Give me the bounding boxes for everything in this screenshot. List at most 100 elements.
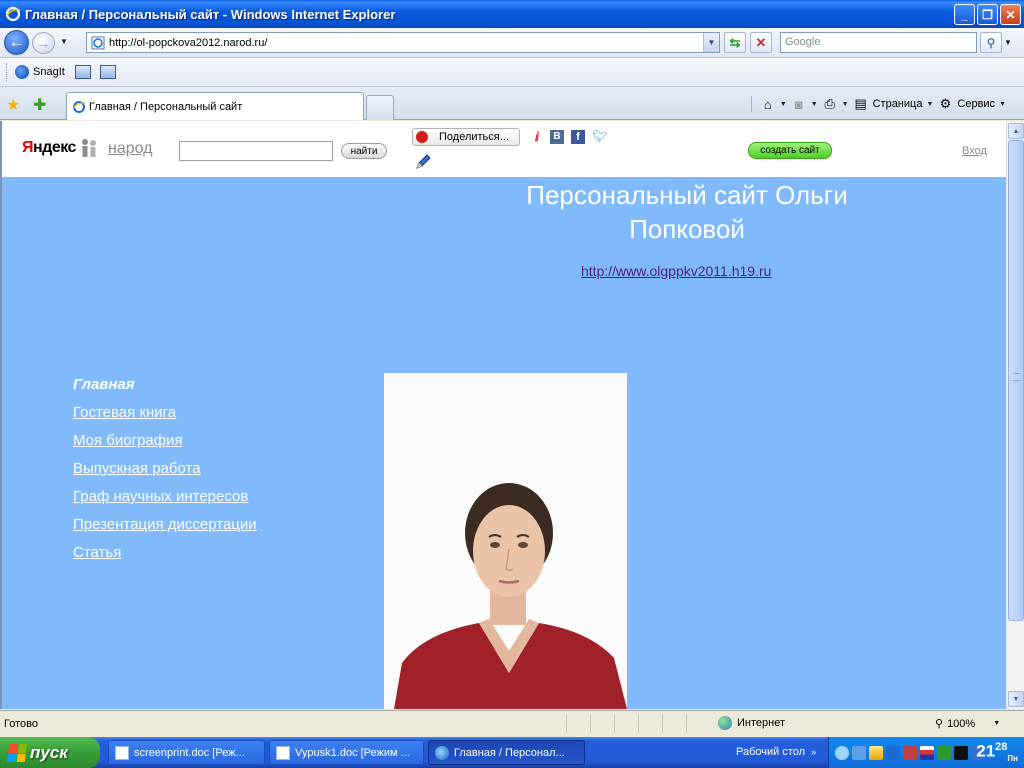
forward-button[interactable]: → — [32, 32, 55, 54]
print-icon[interactable]: ⎙ — [822, 96, 838, 112]
snagit-button[interactable]: SnagIt — [33, 66, 65, 78]
print-dropdown-icon[interactable]: ▼ — [842, 101, 849, 108]
feeds-dropdown-icon[interactable]: ▼ — [811, 101, 818, 108]
menu-item-dissertation-presentation[interactable]: Презентация диссертации — [73, 511, 257, 539]
tools-menu-button[interactable]: Сервис — [957, 98, 995, 110]
facebook-share-icon[interactable]: f — [571, 130, 585, 144]
snagit-capture-icon[interactable] — [74, 65, 91, 79]
menu-item-biography[interactable]: Моя биография — [73, 427, 257, 455]
language-flag-icon[interactable] — [920, 745, 934, 760]
snagit-editor-icon[interactable] — [99, 65, 116, 79]
address-dropdown-icon[interactable]: ▼ — [703, 33, 719, 52]
divider — [750, 96, 752, 112]
snagit-icon[interactable] — [15, 65, 29, 79]
status-panels — [566, 714, 710, 733]
vkontakte-share-icon[interactable]: B — [550, 130, 564, 144]
home-dropdown-icon[interactable]: ▼ — [780, 101, 787, 108]
stop-button[interactable]: ✕ — [750, 32, 772, 53]
maximize-button[interactable]: ❐ — [977, 4, 998, 25]
favorites-star-icon[interactable]: ★ — [6, 95, 20, 115]
desktop-toolbar[interactable]: Рабочий стол » — [736, 746, 816, 758]
new-tab-button[interactable] — [366, 95, 394, 120]
feeds-icon[interactable]: ◙ — [791, 97, 807, 112]
menu-item-research-interests[interactable]: Граф научных интересов — [73, 483, 257, 511]
taskbar-item-browser[interactable]: Главная / Персонал... — [428, 740, 585, 765]
close-button[interactable]: ✕ — [1000, 4, 1021, 25]
command-bar: ⌂ ▼ ◙ ▼ ⎙ ▼ ▤ Страница ▼ ⚙ Сервис ▼ — [747, 96, 1006, 112]
menu-item-guestbook[interactable]: Гостевая книга — [73, 399, 257, 427]
forward-arrow-icon: → — [36, 35, 51, 51]
toolbar-grip[interactable] — [6, 63, 9, 81]
narod-find-button[interactable]: найти — [341, 143, 387, 159]
home-icon[interactable]: ⌂ — [760, 97, 776, 112]
menu-item-graduation-work[interactable]: Выпускная работа — [73, 455, 257, 483]
back-arrow-icon: ← — [8, 33, 25, 51]
menu-item-home[interactable]: Главная — [73, 371, 257, 399]
search-button[interactable]: ⚲ — [980, 32, 1002, 53]
search-input[interactable]: Google — [780, 32, 977, 53]
login-link[interactable]: Вход — [962, 145, 987, 157]
menu-item-article[interactable]: Статья — [73, 539, 257, 567]
snagit-toolbar: SnagIt — [0, 58, 1024, 87]
signal-icon[interactable] — [869, 745, 883, 760]
status-text: Готово — [4, 718, 38, 730]
page-menu-dropdown-icon[interactable]: ▼ — [926, 101, 933, 108]
portrait-photo — [384, 373, 627, 709]
ie-logo-icon — [5, 6, 21, 22]
narod-search-input[interactable] — [179, 141, 333, 161]
app-tray-icon[interactable] — [937, 745, 951, 760]
security-zone[interactable]: Интернет — [718, 716, 785, 730]
taskbar-item-screenprint[interactable]: screenprint.doc [Реж... — [108, 740, 265, 765]
scroll-down-arrow-icon[interactable]: ▼ — [1008, 691, 1024, 707]
tab-bar: ★ ✚ Главная / Персональный сайт ⌂ ▼ ◙ ▼ … — [0, 87, 1024, 120]
zoom-dropdown-icon[interactable]: ▼ — [993, 720, 1000, 727]
recent-pages-dropdown-icon[interactable]: ▼ — [60, 37, 68, 46]
zoom-magnifier-icon: ⚲ — [935, 718, 944, 730]
tools-menu-dropdown-icon[interactable]: ▼ — [999, 101, 1006, 108]
start-button[interactable]: пуск — [0, 737, 100, 768]
tray-expand-icon[interactable] — [835, 745, 849, 760]
yaru-share-icon[interactable]: ⅈ — [530, 130, 544, 144]
volume-icon[interactable] — [886, 745, 900, 760]
windows-taskbar: пуск screenprint.doc [Реж... Vypusk1.doc… — [0, 737, 1024, 768]
add-favorites-icon[interactable]: ✚ — [33, 95, 46, 115]
page-menu-button[interactable]: Страница — [873, 98, 923, 110]
minimize-button[interactable]: _ — [954, 4, 975, 25]
ie-tab-icon — [72, 100, 86, 113]
tools-gear-icon: ⚙ — [939, 96, 952, 111]
taskbar-item-vypusk[interactable]: Vypusk1.doc [Режим ... — [269, 740, 424, 765]
monitor-icon[interactable] — [954, 745, 968, 760]
yandex-logo-first-letter: Я — [22, 139, 34, 156]
create-site-button[interactable]: создать сайт — [748, 142, 832, 159]
search-options-dropdown-icon[interactable]: ▼ — [1004, 38, 1012, 47]
window-titlebar[interactable]: Главная / Персональный сайт - Windows In… — [0, 0, 1024, 28]
scroll-up-arrow-icon[interactable]: ▲ — [1008, 123, 1024, 139]
page-viewport: Яндекс народ найти Поделиться... ⅈ B f 🐦… — [0, 121, 1006, 709]
clock-minutes: 28 — [995, 741, 1008, 753]
narod-link[interactable]: народ — [108, 140, 153, 158]
edit-pencil-icon[interactable] — [414, 153, 432, 171]
share-button[interactable]: Поделиться... — [412, 128, 520, 146]
share-button-label: Поделиться... — [439, 131, 509, 143]
zoom-control[interactable]: ⚲ 100% ▼ — [935, 717, 1000, 731]
network-icon[interactable] — [852, 745, 866, 760]
external-site-link[interactable]: http://www.olgppkv2011.h19.ru — [581, 263, 771, 279]
yandex-logo[interactable]: Яндекс — [22, 139, 76, 157]
address-bar[interactable]: http://ol-popckova2012.narod.ru/ ▼ — [86, 32, 720, 53]
taskbar-item-label: Главная / Персонал... — [454, 746, 565, 759]
status-bar: Готово Интернет ⚲ 100% ▼ — [0, 710, 1024, 736]
clock-day: Пн — [1007, 754, 1018, 764]
chevron-icon[interactable]: » — [811, 747, 816, 757]
scroll-grip — [1013, 373, 1020, 381]
taskbar-clock[interactable]: 2128Пн — [976, 741, 1018, 763]
security-zone-label: Интернет — [737, 717, 785, 729]
tab-main-page[interactable]: Главная / Персональный сайт — [66, 92, 364, 120]
refresh-button[interactable]: ⇆ — [724, 32, 746, 53]
security-icon[interactable] — [903, 745, 917, 760]
system-tray: 2128Пн — [828, 737, 1024, 768]
scroll-thumb[interactable] — [1008, 140, 1024, 621]
twitter-share-icon[interactable]: 🐦︎ — [592, 129, 608, 143]
back-button[interactable]: ← — [4, 30, 29, 55]
vertical-scrollbar[interactable]: ▲ ▼ — [1006, 121, 1024, 709]
address-url[interactable]: http://ol-popckova2012.narod.ru/ — [109, 37, 267, 49]
